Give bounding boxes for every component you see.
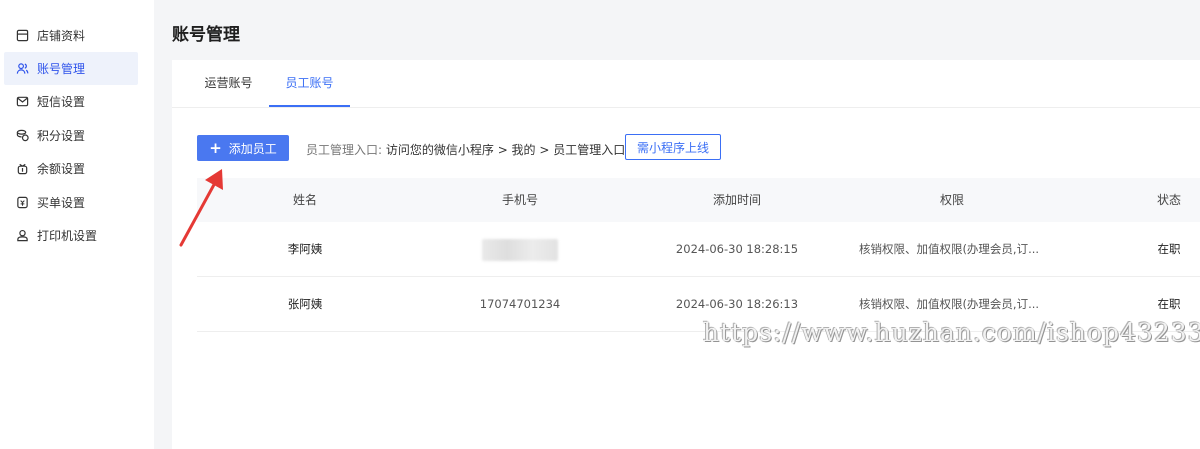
- sidebar-item-account[interactable]: 账号管理: [4, 52, 138, 85]
- entry-path: 访问您的微信小程序 > 我的 > 员工管理入口: [385, 143, 626, 157]
- cell-name: 张阿姨: [287, 297, 323, 311]
- cell-time: 2024-06-30 18:28:15: [675, 242, 799, 256]
- sidebar: 店铺资料 账号管理 短信设置 积分设置 余额设置 买单设置 打印机设置: [0, 0, 154, 449]
- cell-status: 在职: [1157, 242, 1181, 256]
- cell-phone-blurred: [482, 239, 558, 261]
- column-header-time: 添加时间: [712, 193, 762, 207]
- shop-icon: [15, 29, 29, 43]
- sidebar-item-checkout[interactable]: 买单设置: [4, 186, 138, 219]
- sidebar-item-label: 余额设置: [37, 162, 86, 176]
- column-header-permission: 权限: [939, 193, 965, 207]
- sidebar-item-label: 账号管理: [37, 62, 86, 76]
- column-header-phone: 手机号: [501, 193, 539, 207]
- plus-icon: +: [209, 138, 222, 157]
- column-header-name: 姓名: [292, 193, 318, 207]
- table-header: 姓名 手机号 添加时间 权限 状态: [197, 178, 1200, 222]
- sidebar-item-shop-info[interactable]: 店铺资料: [4, 19, 138, 52]
- sidebar-item-balance[interactable]: 余额设置: [4, 152, 138, 185]
- sidebar-item-label: 打印机设置: [37, 229, 98, 243]
- tab-bar: 运营账号 员工账号: [172, 60, 1200, 108]
- bill-icon: [15, 196, 29, 210]
- cell-phone: 17074701234: [479, 297, 561, 311]
- add-staff-label: 添加员工: [228, 141, 277, 156]
- tab-operation-account[interactable]: 运营账号: [197, 60, 260, 106]
- coins-icon: [15, 129, 29, 143]
- sidebar-item-label: 买单设置: [37, 196, 86, 210]
- sidebar-item-printer[interactable]: 打印机设置: [4, 219, 138, 252]
- annotation-arrow-icon: [179, 169, 223, 247]
- watermark: https://www.huzhan.com/ishop43233: [703, 318, 1200, 347]
- mail-icon: [15, 95, 29, 109]
- entry-label: 员工管理入口:: [306, 143, 383, 157]
- staff-entry-hint: 员工管理入口: 访问您的微信小程序 > 我的 > 员工管理入口: [306, 141, 625, 158]
- page-title: 账号管理: [172, 25, 240, 45]
- add-staff-button[interactable]: + 添加员工: [197, 135, 289, 161]
- cell-permission: 核销权限、加值权限(办理会员,订...: [858, 242, 1040, 256]
- user-group-icon: [15, 62, 29, 76]
- sidebar-item-label: 短信设置: [37, 95, 86, 109]
- cell-name: 李阿姨: [287, 242, 323, 256]
- column-header-status: 状态: [1156, 193, 1182, 207]
- wallet-icon: [15, 162, 29, 176]
- main-panel: 运营账号 员工账号 + 添加员工 员工管理入口: 访问您的微信小程序 > 我的 …: [172, 60, 1200, 449]
- tab-staff-account[interactable]: 员工账号: [269, 60, 350, 107]
- mini-program-button[interactable]: 需小程序上线: [625, 134, 721, 160]
- sidebar-item-label: 店铺资料: [37, 29, 86, 43]
- person-icon: [15, 229, 29, 243]
- sidebar-item-points[interactable]: 积分设置: [4, 119, 138, 152]
- sidebar-item-label: 积分设置: [37, 129, 86, 143]
- table-row[interactable]: 李阿姨 2024-06-30 18:28:15 核销权限、加值权限(办理会员,订…: [197, 222, 1200, 277]
- sidebar-item-sms[interactable]: 短信设置: [4, 85, 138, 118]
